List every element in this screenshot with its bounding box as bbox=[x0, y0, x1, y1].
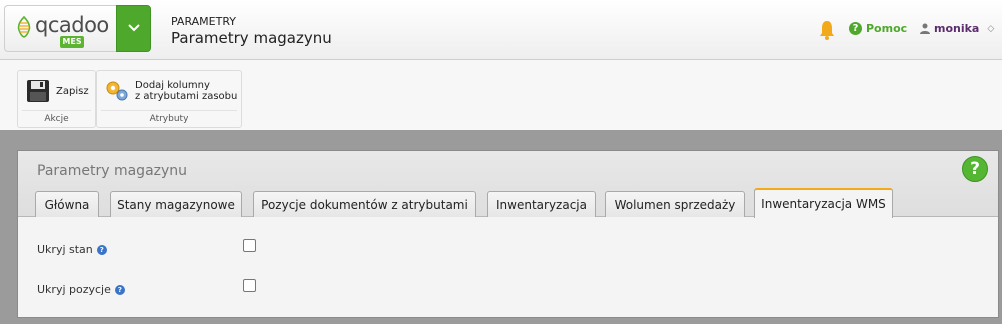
add-attribute-columns-label-line2: z atrybutami zasobu bbox=[135, 91, 238, 102]
tab-stany-magazynowe[interactable]: Stany magazynowe bbox=[110, 191, 242, 217]
toolbar: Zapisz Akcje Dodaj kolumny z atrybutami … bbox=[0, 60, 1002, 130]
field-label: Ukryj pozycje bbox=[37, 283, 111, 296]
main-menu-button[interactable] bbox=[116, 5, 151, 52]
tab-inwentaryzacja-wms[interactable]: Inwentaryzacja WMS bbox=[754, 188, 893, 218]
add-attribute-columns-label-line1: Dodaj kolumny bbox=[135, 80, 210, 91]
page-title: Parametry magazynu bbox=[171, 29, 332, 47]
user-caret-icon: ◇ bbox=[987, 23, 995, 34]
field-label: Ukryj stan bbox=[37, 243, 93, 256]
toolbar-group-attributes: Dodaj kolumny z atrybutami zasobu Atrybu… bbox=[96, 70, 242, 128]
bell-icon[interactable] bbox=[818, 20, 836, 40]
tab-glowna[interactable]: Główna bbox=[35, 191, 99, 217]
help-icon[interactable]: ? bbox=[962, 156, 988, 182]
add-attribute-columns-label: Dodaj kolumny z atrybutami zasobu bbox=[135, 80, 237, 102]
help-hint-icon[interactable]: ? bbox=[114, 284, 125, 295]
save-icon bbox=[27, 80, 49, 102]
save-button-label: Zapisz bbox=[56, 85, 89, 97]
chevron-down-icon bbox=[128, 24, 140, 32]
toolbar-group-label: Akcje bbox=[18, 110, 95, 124]
toolbar-group-actions: Zapisz Akcje bbox=[17, 70, 96, 128]
help-label: Pomoc bbox=[866, 22, 908, 35]
hide-stock-checkbox[interactable] bbox=[243, 239, 256, 252]
panel-header: Parametry magazynu ? Główna Stany magazy… bbox=[18, 151, 998, 218]
help-icon: ? bbox=[849, 22, 862, 35]
add-attribute-columns-button[interactable]: Dodaj kolumny z atrybutami zasobu bbox=[105, 80, 237, 102]
tab-wolumen-sprzedazy[interactable]: Wolumen sprzedaży bbox=[605, 191, 745, 217]
field-hide-positions: Ukryj pozycje ? bbox=[37, 283, 125, 296]
hide-positions-checkbox[interactable] bbox=[243, 279, 256, 292]
tab-pozycje-dokumentow[interactable]: Pozycje dokumentów z atrybutami bbox=[253, 191, 476, 217]
logo-badge: MES bbox=[60, 36, 84, 48]
breadcrumb-section: PARAMETRY bbox=[171, 15, 236, 28]
logo[interactable]: qcadoo MES bbox=[4, 5, 116, 52]
toolbar-group-label: Atrybuty bbox=[97, 110, 241, 124]
user-menu[interactable]: monika ◇ bbox=[920, 22, 994, 35]
field-hide-stock: Ukryj stan ? bbox=[37, 243, 107, 256]
panel-title: Parametry magazynu bbox=[37, 163, 188, 179]
tab-inwentaryzacja[interactable]: Inwentaryzacja bbox=[487, 191, 596, 217]
content-area: Parametry magazynu ? Główna Stany magazy… bbox=[0, 130, 1002, 324]
help-hint-icon[interactable]: ? bbox=[96, 244, 107, 255]
user-icon bbox=[920, 23, 930, 34]
user-name: monika bbox=[934, 22, 980, 35]
help-link[interactable]: ? Pomoc bbox=[849, 22, 907, 35]
save-button[interactable]: Zapisz bbox=[26, 79, 89, 103]
gears-icon bbox=[106, 81, 128, 101]
logo-mark-icon bbox=[17, 16, 31, 38]
logo-text: qcadoo bbox=[35, 13, 109, 37]
form-panel: Parametry magazynu ? Główna Stany magazy… bbox=[17, 150, 999, 318]
top-bar: qcadoo MES PARAMETRY Parametry magazynu … bbox=[0, 0, 1002, 60]
